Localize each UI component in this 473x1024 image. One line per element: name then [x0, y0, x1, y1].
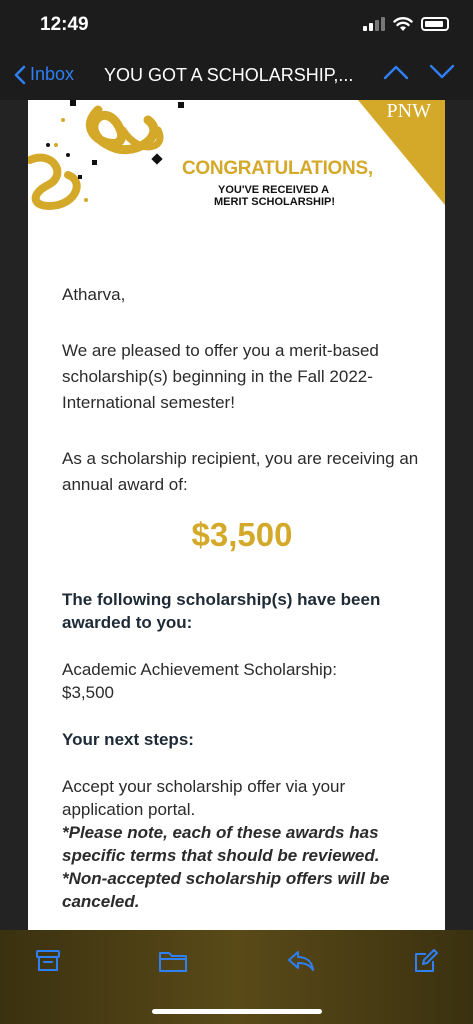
status-bar: 12:49	[0, 0, 473, 52]
terms-note: *Please note, each of these awards has s…	[62, 823, 380, 865]
status-icons	[363, 16, 449, 32]
email-subject: YOU GOT A SCHOLARSHIP,...	[104, 65, 354, 85]
back-label: Inbox	[30, 64, 75, 84]
home-indicator[interactable]	[152, 1009, 322, 1014]
compose-icon[interactable]	[413, 948, 439, 974]
cancel-note: *Non-accepted scholarship offers will be…	[62, 869, 390, 911]
email-viewport[interactable]: PNW CONGRATULATIONS, YOU'VE RECEIVED A M…	[0, 100, 473, 930]
congrats-heading: CONGRATULATIONS,	[182, 158, 373, 179]
signal-icon	[363, 17, 385, 31]
award-amount: $3,500	[191, 516, 293, 553]
mail-toolbar	[0, 930, 473, 1024]
battery-icon	[421, 17, 449, 31]
award-intro: As a scholarship recipient, you are rece…	[62, 449, 419, 494]
folder-icon[interactable]	[158, 948, 188, 974]
pnw-logo: PNW	[386, 100, 431, 122]
reply-icon[interactable]	[286, 948, 316, 974]
received-line-2: MERIT SCHOLARSHIP!	[214, 196, 335, 208]
scholarship-banner: PNW CONGRATULATIONS, YOU'VE RECEIVED A M…	[28, 100, 445, 260]
chevron-up-icon[interactable]	[383, 64, 409, 80]
confetti-graphic	[28, 100, 445, 210]
next-steps-heading: Your next steps:	[62, 730, 194, 749]
chevron-down-icon[interactable]	[429, 64, 455, 80]
greeting: Atharva,	[62, 285, 126, 304]
chevron-left-icon	[14, 65, 26, 84]
scholarship-amount: $3,500	[62, 683, 114, 702]
scholarship-name: Academic Achievement Scholarship:	[62, 660, 337, 679]
archive-icon[interactable]	[35, 948, 61, 974]
status-time: 12:49	[40, 14, 89, 35]
accept-step: Accept your scholarship offer via your a…	[62, 777, 346, 819]
awarded-heading: The following scholarship(s) have been a…	[62, 590, 381, 632]
mail-nav-bar: Inbox YOU GOT A SCHOLARSHIP,...	[0, 52, 473, 100]
message-nav-arrows	[383, 64, 455, 80]
email-body: PNW CONGRATULATIONS, YOU'VE RECEIVED A M…	[28, 100, 445, 930]
received-line-1: YOU'VE RECEIVED A	[218, 184, 330, 196]
offer-paragraph: We are pleased to offer you a merit-base…	[62, 341, 379, 412]
email-content: Atharva, We are pleased to offer you a m…	[62, 282, 422, 930]
wifi-icon	[393, 17, 413, 31]
back-button[interactable]: Inbox	[14, 64, 74, 85]
